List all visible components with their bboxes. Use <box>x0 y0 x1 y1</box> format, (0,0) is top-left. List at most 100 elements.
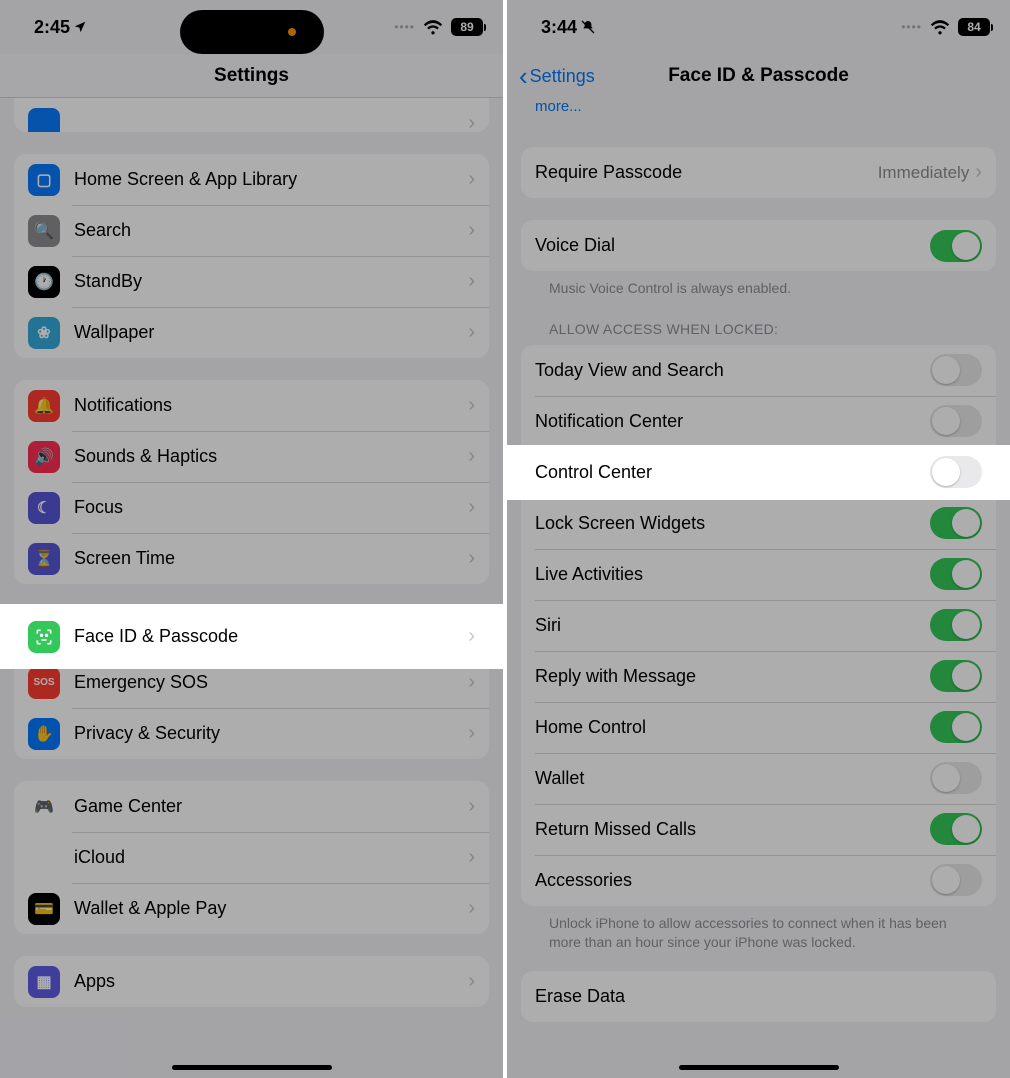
chevron-right-icon: › <box>468 168 475 191</box>
home-indicator <box>172 1065 332 1070</box>
live-activities-label: Live Activities <box>535 564 930 585</box>
siri-row[interactable]: Siri <box>521 600 996 651</box>
wallpaper-icon: ❀ <box>28 317 60 349</box>
chevron-right-icon: › <box>468 795 475 818</box>
privacy-row[interactable]: ✋ Privacy & Security › <box>14 708 489 759</box>
siri-toggle[interactable] <box>930 609 982 641</box>
learn-more-link[interactable]: more... <box>507 98 1010 125</box>
reply-with-message-row[interactable]: Reply with Message <box>521 651 996 702</box>
gamecenter-row[interactable]: 🎮 Game Center › <box>14 781 489 832</box>
row-label: Emergency SOS <box>74 672 468 693</box>
screentime-row[interactable]: ⏳ Screen Time › <box>14 533 489 584</box>
row-label: Search <box>74 220 468 241</box>
chevron-right-icon: › <box>468 625 475 648</box>
accessories-label: Accessories <box>535 870 930 891</box>
notification-center-row[interactable]: Notification Center <box>521 396 996 447</box>
siri-label: Siri <box>535 615 930 636</box>
live-activities-toggle[interactable] <box>930 558 982 590</box>
status-time: 3:44 <box>541 17 577 38</box>
voice-dial-row[interactable]: Voice Dial <box>521 220 996 271</box>
wallet-icon: 💳 <box>28 893 60 925</box>
chevron-right-icon: › <box>468 219 475 242</box>
lock-screen-widgets-toggle[interactable] <box>930 507 982 539</box>
battery-icon: 89 <box>451 18 483 36</box>
silent-icon <box>580 19 596 35</box>
search-icon: 🔍 <box>28 215 60 247</box>
chevron-right-icon: › <box>468 671 475 694</box>
list-item[interactable]: › <box>14 98 489 132</box>
return-missed-calls-row[interactable]: Return Missed Calls <box>521 804 996 855</box>
control-center-toggle[interactable] <box>930 456 982 488</box>
home-control-label: Home Control <box>535 717 930 738</box>
faceid-passcode-screen: 3:44 •••• 84 ‹ Settings Face ID & Passco… <box>507 0 1010 1078</box>
row-label: StandBy <box>74 271 468 292</box>
cell-dots-icon: •••• <box>394 20 415 34</box>
standby-row[interactable]: 🕐 StandBy › <box>14 256 489 307</box>
back-button[interactable]: ‹ Settings <box>519 61 595 92</box>
home-screen-row[interactable]: ▢ Home Screen & App Library › <box>14 154 489 205</box>
apps-row[interactable]: ▦ Apps › <box>14 956 489 1007</box>
chevron-right-icon: › <box>468 445 475 468</box>
require-passcode-label: Require Passcode <box>535 162 878 183</box>
privacy-icon: ✋ <box>28 718 60 750</box>
home-control-toggle[interactable] <box>930 711 982 743</box>
notification-center-label: Notification Center <box>535 411 930 432</box>
require-passcode-row[interactable]: Require Passcode Immediately › <box>521 147 996 198</box>
home-control-row[interactable]: Home Control <box>521 702 996 753</box>
highlight-control-center-row[interactable]: Control Center <box>507 447 1010 498</box>
return-missed-calls-toggle[interactable] <box>930 813 982 845</box>
row-label: Home Screen & App Library <box>74 169 468 190</box>
wallpaper-row[interactable]: ❀ Wallpaper › <box>14 307 489 358</box>
icloud-icon: ☁︎ <box>28 842 60 874</box>
notifications-row[interactable]: 🔔 Notifications › <box>14 380 489 431</box>
search-row[interactable]: 🔍 Search › <box>14 205 489 256</box>
row-label: Privacy & Security <box>74 723 468 744</box>
sounds-row[interactable]: 🔊 Sounds & Haptics › <box>14 431 489 482</box>
status-bar: 3:44 •••• 84 <box>507 0 1010 54</box>
row-label: iCloud <box>74 847 468 868</box>
navbar: ‹ Settings Face ID & Passcode <box>507 54 1010 98</box>
today-view-and-search-toggle[interactable] <box>930 354 982 386</box>
return-missed-calls-label: Return Missed Calls <box>535 819 930 840</box>
lock-screen-widgets-row[interactable]: Lock Screen Widgets <box>521 498 996 549</box>
today-view-and-search-row[interactable]: Today View and Search <box>521 345 996 396</box>
row-label: Game Center <box>74 796 468 817</box>
erase-data-row[interactable]: Erase Data <box>521 971 996 1022</box>
wallet-row[interactable]: Wallet <box>521 753 996 804</box>
voice-dial-toggle[interactable] <box>930 230 982 262</box>
row-label: Wallet & Apple Pay <box>74 898 468 919</box>
wallet-label: Wallet <box>535 768 930 789</box>
accessories-row[interactable]: Accessories <box>521 855 996 906</box>
lock-screen-widgets-label: Lock Screen Widgets <box>535 513 930 534</box>
home-screen-icon: ▢ <box>28 164 60 196</box>
sos-icon: SOS <box>28 667 60 699</box>
faceid-label: Face ID & Passcode <box>74 626 238 647</box>
wallet-row[interactable]: 💳 Wallet & Apple Pay › <box>14 883 489 934</box>
row-label: Focus <box>74 497 468 518</box>
dynamic-island <box>180 10 324 54</box>
reply-with-message-toggle[interactable] <box>930 660 982 692</box>
chevron-right-icon: › <box>468 897 475 920</box>
chevron-right-icon: › <box>468 722 475 745</box>
back-label: Settings <box>530 66 595 87</box>
apps-icon: ▦ <box>28 966 60 998</box>
page-title: Face ID & Passcode <box>668 65 849 87</box>
icloud-row[interactable]: ☁︎ iCloud › <box>14 832 489 883</box>
chevron-right-icon: › <box>468 270 475 293</box>
wifi-icon <box>423 19 443 35</box>
gamecenter-icon: 🎮 <box>28 791 60 823</box>
control-center-label: Control Center <box>535 462 652 483</box>
notification-center-toggle[interactable] <box>930 405 982 437</box>
wallet-toggle[interactable] <box>930 762 982 794</box>
voice-dial-caption: Music Voice Control is always enabled. <box>521 271 996 299</box>
live-activities-row[interactable]: Live Activities <box>521 549 996 600</box>
highlight-faceid-row[interactable]: Face ID & Passcode › <box>0 606 503 667</box>
cell-dots-icon: •••• <box>901 20 922 34</box>
row-label: Notifications <box>74 395 468 416</box>
chevron-right-icon: › <box>468 496 475 519</box>
focus-row[interactable]: ☾ Focus › <box>14 482 489 533</box>
require-passcode-value: Immediately <box>878 163 970 183</box>
settings-screen: 2:45 •••• 89 Settings › ▢ Home Screen & … <box>0 0 503 1078</box>
row-label: Sounds & Haptics <box>74 446 468 467</box>
accessories-toggle[interactable] <box>930 864 982 896</box>
